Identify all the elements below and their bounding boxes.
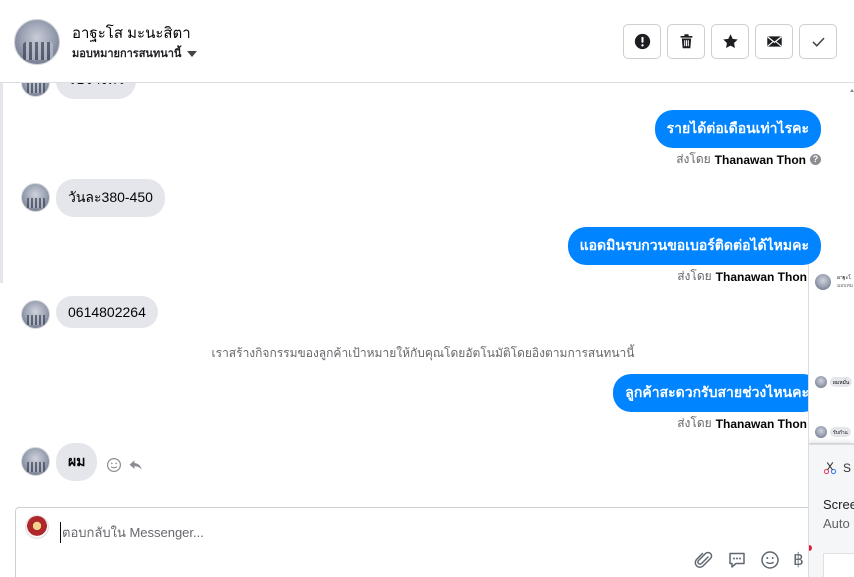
star-button[interactable] (711, 24, 749, 59)
sender-name: Thanawan Thon (715, 416, 807, 431)
system-note: เราสร้างกิจกรรมของลูกค้าเป้าหมายให้กับคุ… (211, 346, 635, 360)
reply-input[interactable]: ตอบกลับใน Messenger... (60, 522, 204, 543)
envelope-icon (766, 36, 782, 47)
page-avatar (25, 515, 49, 539)
message-list[interactable]: รับจ้างทั่ว รายได้ต่อเดือนเท่าไรคะ ส่งโด… (0, 83, 854, 507)
exclamation-icon (634, 33, 650, 50)
info-icon[interactable]: ? (810, 154, 821, 165)
mini-avatar (815, 376, 827, 388)
spam-button[interactable] (623, 24, 661, 59)
message-bubble-incoming[interactable]: รับจ้างทั่ว (56, 83, 137, 99)
trash-icon (680, 34, 692, 49)
message-bubble-incoming[interactable]: ผม (56, 443, 98, 481)
sent-by-label: ส่งโดย Thanawan Thon (677, 414, 807, 433)
scroll-up-icon[interactable] (850, 86, 854, 96)
message-bubble-outgoing[interactable]: แอดมินรบกวนขอเบอร์ติดต่อได้ไหมคะ (567, 227, 821, 265)
sent-by-prefix: ส่งโดย (677, 416, 712, 430)
message-bubble-outgoing[interactable]: ลูกค้าสะดวกรับสายช่วงไหนคะ (613, 374, 821, 412)
delete-button[interactable] (667, 24, 705, 59)
mini-sub-text: มอบหม (837, 283, 854, 289)
mark-unread-button[interactable] (755, 24, 793, 59)
snip-header: S (823, 461, 851, 475)
mini-pill: ผมหมั่น (830, 377, 853, 387)
chat-bubble-icon[interactable] (727, 550, 747, 570)
screenshot-thumbnail[interactable] (823, 553, 854, 577)
message-actions (106, 457, 144, 473)
sender-name: Thanawan Thon (715, 269, 807, 284)
sent-by-label: ส่งโดย Thanawan Thon (677, 267, 807, 286)
message-bubble-incoming[interactable]: 0614802264 (56, 296, 158, 328)
messenger-conversation-view: อาฐะโส มะนะสิตา มอบหมายการสนทนานี้ รายได… (0, 0, 854, 577)
star-icon (722, 34, 738, 49)
snipping-tool-toast[interactable]: S Scree Auto (809, 444, 854, 577)
sent-by-prefix: ส่งโดย (677, 269, 712, 283)
caret-down-icon (187, 50, 198, 57)
scissors-icon (823, 462, 837, 475)
assign-label: มอบหมายการสนทนานี้ (72, 48, 182, 60)
contact-avatar-small (21, 183, 50, 212)
check-icon (811, 37, 825, 47)
contact-avatar-small (21, 300, 50, 329)
contact-avatar[interactable] (14, 19, 60, 65)
mini-avatar (815, 426, 827, 438)
message-bubble-incoming[interactable]: วันละ380-450 (56, 179, 165, 217)
sender-name: Thanawan Thon (714, 152, 806, 167)
contact-avatar-small (21, 447, 50, 476)
reply-composer[interactable]: ตอบกลับใน Messenger... ฿ (15, 507, 845, 577)
contact-name[interactable]: อาฐะโส มะนะสิตา (72, 21, 191, 45)
notification-dot (809, 545, 812, 551)
sent-by-label: ส่งโดย Thanawan Thon ? (676, 150, 821, 169)
message-bubble-outgoing[interactable]: รายได้ต่อเดือนเท่าไรคะ (654, 110, 821, 148)
emoji-icon[interactable] (760, 550, 780, 570)
sent-by-prefix: ส่งโดย (676, 152, 711, 166)
mini-avatar (815, 274, 831, 290)
toast-title: Scree (823, 497, 854, 512)
scroll-edge (850, 83, 854, 113)
mini-pill: รับกำแ (830, 427, 851, 437)
reply-icon[interactable] (128, 457, 144, 473)
header-actions (623, 24, 837, 59)
composer-tools: ฿ (694, 550, 804, 570)
paperclip-icon[interactable] (694, 550, 714, 570)
mini-header-text: อาฐะโ (837, 275, 851, 281)
screenshot-notification-overlay: อาฐะโ มอบหม ผมหมั่น รับกำแ S Scree Auto (808, 264, 854, 577)
mini-conversation-preview: อาฐะโ มอบหม ผมหมั่น รับกำแ (809, 264, 854, 444)
mark-done-button[interactable] (799, 24, 837, 59)
payment-icon[interactable]: ฿ (793, 550, 804, 570)
smiley-icon[interactable] (106, 457, 122, 473)
contact-avatar-small (21, 83, 50, 97)
toast-subtitle: Auto (823, 516, 850, 531)
snip-label: S (843, 461, 852, 475)
conversation-header: อาฐะโส มะนะสิตา มอบหมายการสนทนานี้ (0, 0, 854, 83)
assign-conversation-dropdown[interactable]: มอบหมายการสนทนานี้ (72, 44, 198, 62)
